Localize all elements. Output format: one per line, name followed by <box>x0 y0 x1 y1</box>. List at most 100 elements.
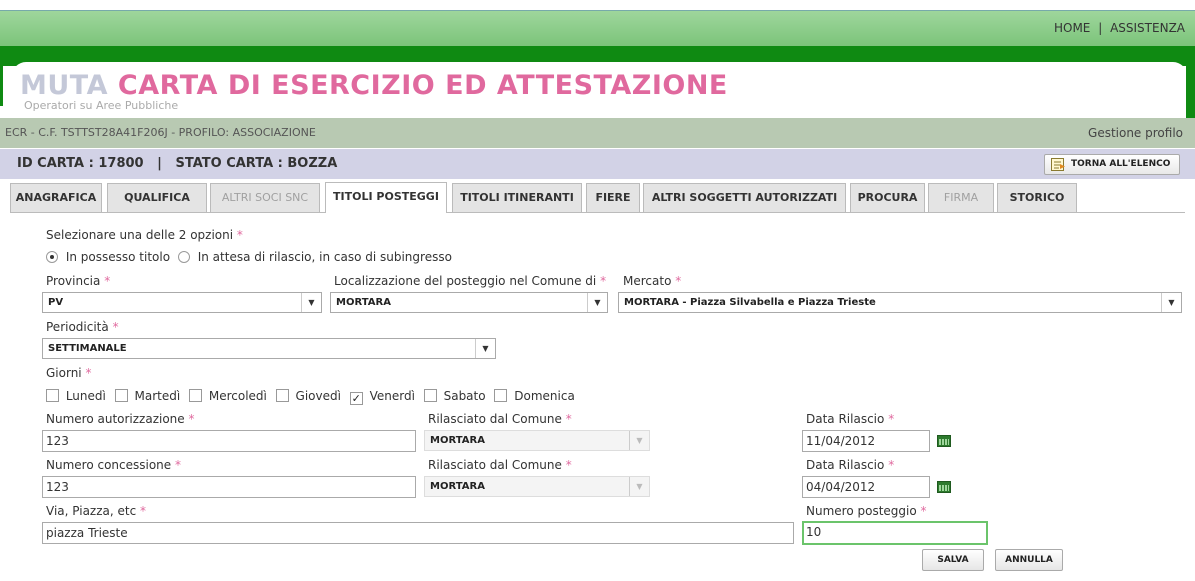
rilasciato-aut-value: MORTARA <box>430 435 485 446</box>
via-label: Via, Piazza, etc * <box>46 504 146 518</box>
top-bar <box>0 10 1195 46</box>
card-bar: ID CARTA : 17800 | STATO CARTA : BOZZA T… <box>0 149 1195 179</box>
rilasciato-aut-label: Rilasciato dal Comune * <box>428 412 572 426</box>
checkbox-venerdi-label: Venerdì <box>369 389 415 403</box>
home-link[interactable]: HOME <box>1054 21 1090 35</box>
required-mark: * <box>112 320 119 334</box>
cancel-button[interactable]: ANNULLA <box>995 549 1063 571</box>
num-concessione-input[interactable]: 123 <box>42 476 416 498</box>
page-subtitle: Operatori su Aree Pubbliche <box>24 99 179 112</box>
checkbox-mercoledi-label: Mercoledì <box>208 389 267 403</box>
chevron-down-icon: ▼ <box>301 293 321 312</box>
data-rilascio-conc-input[interactable]: 04/04/2012 <box>802 476 930 498</box>
user-info: ECR - C.F. TSTTST28A41F206J - PROFILO: A… <box>5 126 316 139</box>
via-input[interactable]: piazza Trieste <box>42 522 794 544</box>
assistenza-link[interactable]: ASSISTENZA <box>1110 21 1185 35</box>
links-separator: | <box>1098 21 1103 35</box>
required-mark: * <box>565 412 572 426</box>
checkbox-sabato[interactable] <box>423 389 437 402</box>
data-rilascio-conc-label: Data Rilascio * <box>806 458 894 472</box>
radio-in-attesa-label: In attesa di rilascio, in caso di subing… <box>197 250 452 264</box>
tab-titoli-posteggi[interactable]: TITOLI POSTEGGI <box>325 182 447 213</box>
provincia-label-text: Provincia <box>46 274 101 288</box>
required-mark: * <box>85 366 92 380</box>
chevron-down-icon: ▼ <box>587 293 607 312</box>
calendar-icon[interactable] <box>937 435 951 447</box>
required-mark: * <box>888 412 895 426</box>
checkbox-domenica-label: Domenica <box>514 389 575 403</box>
mercato-label: Mercato * <box>623 274 681 288</box>
data-rilascio-conc-label-text: Data Rilascio <box>806 458 885 472</box>
required-mark: * <box>236 228 243 242</box>
tab-fiere[interactable]: FIERE <box>586 183 640 212</box>
checkbox-martedi[interactable] <box>114 389 128 402</box>
checkbox-lunedi[interactable] <box>46 389 59 402</box>
tab-qualifica[interactable]: QUALIFICA <box>107 183 207 212</box>
num-posteggio-label: Numero posteggio * <box>806 504 927 518</box>
tab-altri-soci-snc[interactable]: ALTRI SOCI SNC <box>210 183 320 212</box>
checkbox-domenica[interactable] <box>494 389 508 402</box>
num-posteggio-input[interactable]: 10 <box>802 521 988 545</box>
checkbox-lunedi-label: Lunedì <box>65 389 106 403</box>
giorni-label: Giorni * <box>46 366 91 380</box>
tab-storico[interactable]: STORICO <box>997 183 1077 212</box>
data-rilascio-aut-label: Data Rilascio * <box>806 412 894 426</box>
mercato-label-text: Mercato <box>623 274 672 288</box>
localizzazione-label-text: Localizzazione del posteggio nel Comune … <box>334 274 597 288</box>
rilasciato-conc-select[interactable]: MORTARA ▼ <box>424 476 650 497</box>
profile-link[interactable]: Gestione profilo <box>1088 126 1183 140</box>
data-rilascio-aut-label-text: Data Rilascio <box>806 412 885 426</box>
checkbox-mercoledi[interactable] <box>189 389 203 402</box>
via-label-text: Via, Piazza, etc <box>46 504 137 518</box>
num-autorizzazione-input[interactable]: 123 <box>42 430 416 452</box>
periodicita-select[interactable]: SETTIMANALE ▼ <box>42 338 496 359</box>
checkbox-venerdi[interactable]: ✓ <box>349 392 363 405</box>
rilasciato-conc-label: Rilasciato dal Comune * <box>428 458 572 472</box>
required-mark: * <box>888 458 895 472</box>
num-autorizzazione-label-text: Numero autorizzazione <box>46 412 185 426</box>
required-mark: * <box>175 458 182 472</box>
option-radios: In possesso titolo In attesa di rilascio… <box>46 250 452 264</box>
required-mark: * <box>140 504 147 518</box>
num-autorizzazione-label: Numero autorizzazione * <box>46 412 195 426</box>
checkbox-martedi-label: Martedì <box>134 389 181 403</box>
tab-firma[interactable]: FIRMA <box>928 183 994 212</box>
top-links: HOME | ASSISTENZA <box>1054 21 1185 35</box>
provincia-value: PV <box>48 297 64 308</box>
left-stripe <box>0 66 3 106</box>
provincia-label: Provincia * <box>46 274 110 288</box>
right-stripe <box>1186 66 1195 118</box>
rilasciato-aut-label-text: Rilasciato dal Comune <box>428 412 562 426</box>
data-rilascio-aut-input[interactable]: 11/04/2012 <box>802 430 930 452</box>
mercato-select[interactable]: MORTARA - Piazza Silvabella e Piazza Tri… <box>618 292 1182 313</box>
giorni-checkboxes: Lunedì Martedì Mercoledì Giovedì ✓ Vener… <box>46 389 580 405</box>
periodicita-label: Periodicità * <box>46 320 119 334</box>
tab-altri-soggetti-autorizzati[interactable]: ALTRI SOGGETTI AUTORIZZATI <box>643 183 846 212</box>
tab-anagrafica[interactable]: ANAGRAFICA <box>10 183 102 212</box>
rilasciato-conc-value: MORTARA <box>430 481 485 492</box>
provincia-select[interactable]: PV ▼ <box>42 292 322 313</box>
checkbox-giovedi[interactable] <box>275 389 289 402</box>
tab-bar: ANAGRAFICA QUALIFICA ALTRI SOCI SNC TITO… <box>10 179 1185 213</box>
localizzazione-label: Localizzazione del posteggio nel Comune … <box>334 274 606 288</box>
list-back-icon <box>1051 158 1065 171</box>
required-mark: * <box>675 274 682 288</box>
calendar-icon[interactable] <box>937 481 951 493</box>
chevron-down-icon: ▼ <box>629 431 649 450</box>
radio-in-attesa[interactable] <box>177 251 190 263</box>
localizzazione-select[interactable]: MORTARA ▼ <box>330 292 608 313</box>
tab-titoli-itineranti[interactable]: TITOLI ITINERANTI <box>452 183 582 212</box>
giorni-label-text: Giorni <box>46 366 82 380</box>
card-info: ID CARTA : 17800 | STATO CARTA : BOZZA <box>17 156 338 171</box>
required-mark: * <box>565 458 572 472</box>
title-muta: MUTA <box>20 70 109 101</box>
required-mark: * <box>188 412 195 426</box>
save-button[interactable]: SALVA <box>922 549 984 571</box>
checkbox-giovedi-label: Giovedì <box>295 389 341 403</box>
rilasciato-aut-select[interactable]: MORTARA ▼ <box>424 430 650 451</box>
back-to-list-button[interactable]: TORNA ALL'ELENCO <box>1044 154 1180 175</box>
radio-in-possesso[interactable] <box>46 251 58 263</box>
tab-procura[interactable]: PROCURA <box>850 183 925 212</box>
periodicita-value: SETTIMANALE <box>48 343 127 354</box>
back-button-label: TORNA ALL'ELENCO <box>1071 159 1171 169</box>
